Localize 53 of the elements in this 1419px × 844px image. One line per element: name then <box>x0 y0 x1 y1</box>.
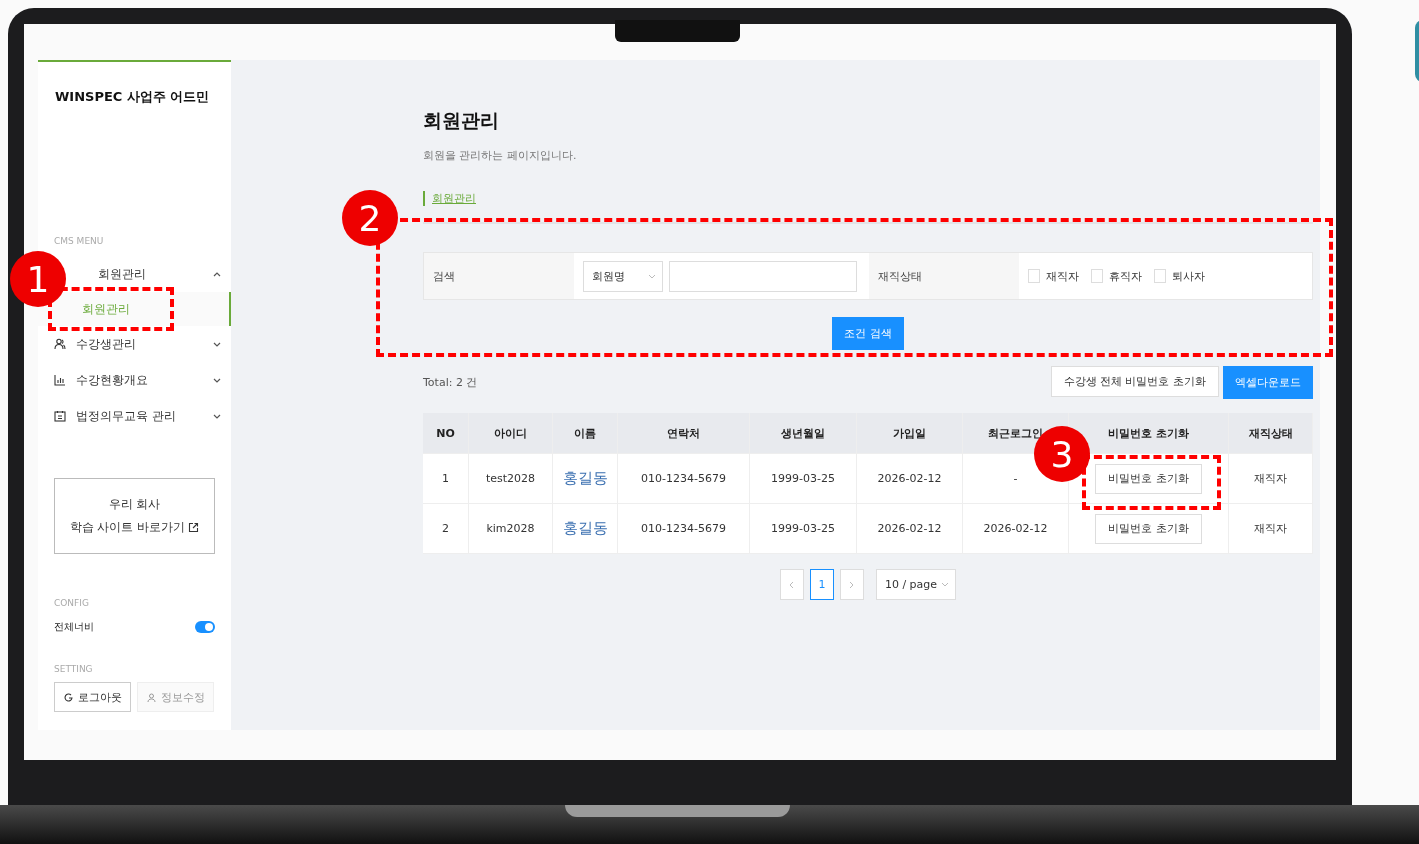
table-cell: 2026-02-12 <box>963 504 1069 554</box>
chevron-icon <box>941 582 950 587</box>
menu-item[interactable]: 수강생관리 <box>38 326 231 362</box>
reset-password-button[interactable]: 비밀번호 초기화 <box>1095 463 1202 494</box>
chevron-icon <box>213 341 221 347</box>
full-width-toggle[interactable] <box>195 621 215 633</box>
checkbox[interactable] <box>1028 269 1040 283</box>
next-page-button[interactable] <box>839 569 864 600</box>
logout-button[interactable]: 로그아웃 <box>54 682 131 712</box>
table-cell: 재직자 <box>1229 504 1313 554</box>
logout-icon <box>63 692 73 702</box>
previous-page-button[interactable] <box>779 569 804 600</box>
search-input-field[interactable] <box>669 260 857 292</box>
reset-all-passwords-button[interactable]: 수강생 전체 비밀번호 초기화 <box>1050 366 1219 397</box>
checkbox-label: 퇴사자 <box>1172 268 1205 284</box>
search-label: 검색 <box>424 253 574 299</box>
checkbox[interactable] <box>1091 269 1103 283</box>
reset-password-button[interactable]: 비밀번호 초기화 <box>1095 513 1202 544</box>
admin-title: WINSPEC 사업주 어드민 <box>55 88 211 106</box>
chevron-icon <box>213 271 221 277</box>
user-icon <box>146 692 156 702</box>
toggle-label: 전체너비 <box>54 620 94 634</box>
menu-item[interactable]: 수강현황개요 <box>38 362 231 398</box>
chevron-icon <box>648 273 656 279</box>
total-count: Total: 2 건 <box>423 375 478 390</box>
table-cell: 010-1234-5679 <box>618 504 750 554</box>
page-size-select[interactable]: 10 / page <box>875 569 957 600</box>
external-link-icon <box>188 522 200 533</box>
table-cell: 홍길동 <box>553 504 618 554</box>
chevron-left-icon <box>789 580 795 589</box>
chevron-icon <box>213 377 221 383</box>
calendar-icon <box>54 410 66 422</box>
bar-chart-icon <box>54 374 66 386</box>
chevron-right-icon <box>849 580 855 589</box>
checkbox-label: 휴직자 <box>1109 268 1142 284</box>
table-cell: 2 <box>423 504 469 554</box>
table-cell: 2026-02-12 <box>857 504 963 554</box>
menu-section-label: CMS MENU <box>54 236 105 246</box>
setting-section-label: SETTING <box>54 664 94 674</box>
table-cell: 1999-03-25 <box>750 504 857 554</box>
people-icon <box>54 338 66 350</box>
status-label: 재직상태 <box>869 253 1019 299</box>
search-type-select[interactable]: 회원명 <box>583 260 663 292</box>
menu-item[interactable]: 회원관리 <box>68 256 231 292</box>
checkbox-label: 재직자 <box>1046 268 1079 284</box>
config-section-label: CONFIG <box>54 598 90 608</box>
menu-item[interactable]: 법정의무교육 관리 <box>38 398 231 434</box>
chevron-icon <box>213 413 221 419</box>
page-description: 회원을 관리하는 페이지입니다. <box>423 148 578 163</box>
page-title: 회원관리 <box>423 108 500 133</box>
site-shortcut-link[interactable]: 우리 회사 학습 사이트 바로가기 <box>54 478 215 554</box>
table-cell: kim2028 <box>469 504 553 554</box>
checkbox[interactable] <box>1154 269 1166 283</box>
